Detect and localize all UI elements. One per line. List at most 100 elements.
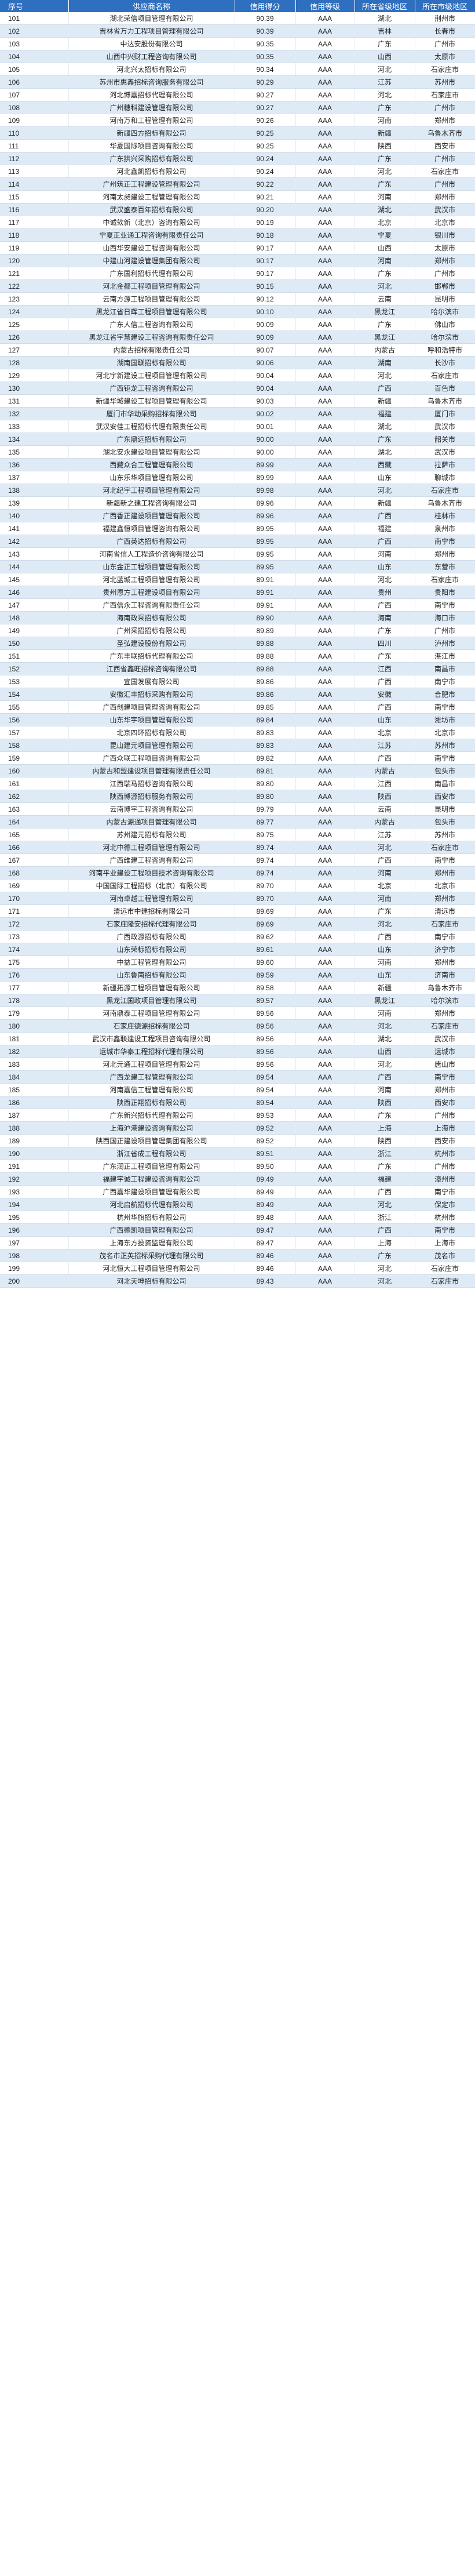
table-row: 129 河北宇新建设工程项目管理有限公司 90.04 AAA 河北 石家庄市	[0, 369, 475, 382]
cell-credit-grade: AAA	[295, 24, 355, 38]
cell-supplier-name: 广西嘉华建设项目管理有限公司	[68, 1185, 235, 1198]
cell-province: 河北	[355, 165, 415, 178]
table-row: 199 河北恒大工程项目管理有限公司 89.46 AAA 河北 石家庄市	[0, 1262, 475, 1275]
cell-supplier-name: 内蒙古招标有限责任公司	[68, 343, 235, 357]
cell-credit-grade: AAA	[295, 343, 355, 357]
cell-credit-score: 90.01	[235, 420, 296, 433]
cell-supplier-name: 新疆四方招标有限公司	[68, 126, 235, 140]
cell-rank: 129	[0, 369, 69, 382]
cell-rank: 141	[0, 522, 69, 535]
cell-credit-grade: AAA	[295, 126, 355, 140]
cell-city: 广州市	[415, 101, 475, 114]
cell-credit-grade: AAA	[295, 649, 355, 663]
cell-city: 石家庄市	[415, 165, 475, 178]
cell-credit-grade: AAA	[295, 305, 355, 318]
cell-credit-score: 89.56	[235, 1019, 296, 1033]
cell-city: 南宁市	[415, 853, 475, 867]
cell-supplier-name: 苏州市惠鑫招标咨询服务有限公司	[68, 75, 235, 89]
cell-credit-grade: AAA	[295, 279, 355, 293]
cell-city: 唐山市	[415, 1058, 475, 1071]
cell-credit-score: 90.18	[235, 228, 296, 242]
cell-credit-score: 89.88	[235, 662, 296, 675]
cell-credit-score: 90.27	[235, 101, 296, 114]
cell-province: 陕西	[355, 1134, 415, 1147]
cell-credit-grade: AAA	[295, 637, 355, 650]
cell-supplier-name: 河北纪宇工程项目管理有限公司	[68, 484, 235, 497]
cell-supplier-name: 广西维建工程咨询有限公司	[68, 853, 235, 867]
cell-province: 河北	[355, 484, 415, 497]
table-row: 191 广东润正工程项目管理有限公司 89.50 AAA 广东 广州市	[0, 1160, 475, 1173]
cell-rank: 175	[0, 955, 69, 969]
table-row: 127 内蒙古招标有限责任公司 90.07 AAA 内蒙古 呼和浩特市	[0, 343, 475, 357]
cell-credit-score: 89.82	[235, 751, 296, 765]
cell-credit-grade: AAA	[295, 139, 355, 152]
cell-city: 长沙市	[415, 356, 475, 369]
cell-supplier-name: 广西德凯项目管理有限公司	[68, 1223, 235, 1237]
cell-credit-grade: AAA	[295, 394, 355, 408]
cell-supplier-name: 黑龙江省宇慧建设工程咨询有限责任公司	[68, 330, 235, 344]
table-row: 120 中建山河建设管理集团有限公司 90.17 AAA 河南 郑州市	[0, 254, 475, 267]
cell-supplier-name: 广西香正建设项目管理有限公司	[68, 509, 235, 522]
cell-supplier-name: 新疆华城建设工程项目管理有限公司	[68, 394, 235, 408]
cell-supplier-name: 内蒙古源通项目管理有限公司	[68, 815, 235, 829]
cell-credit-grade: AAA	[295, 764, 355, 777]
cell-rank: 170	[0, 892, 69, 905]
cell-province: 浙江	[355, 1147, 415, 1160]
cell-city: 石家庄市	[415, 1019, 475, 1033]
table-row: 160 内蒙古和盟建设项目管理有限责任公司 89.81 AAA 内蒙古 包头市	[0, 764, 475, 777]
cell-city: 贵阳市	[415, 586, 475, 599]
cell-rank: 123	[0, 292, 69, 306]
cell-credit-score: 89.80	[235, 790, 296, 803]
cell-credit-grade: AAA	[295, 216, 355, 229]
cell-province: 江苏	[355, 739, 415, 752]
cell-credit-grade: AAA	[295, 1236, 355, 1249]
table-row: 182 运城市华泰工程招标代理有限公司 89.56 AAA 山西 运城市	[0, 1045, 475, 1058]
table-row: 142 广西英达招标有限公司 89.95 AAA 广西 南宁市	[0, 535, 475, 548]
cell-city: 东营市	[415, 560, 475, 573]
cell-credit-score: 89.99	[235, 471, 296, 484]
cell-credit-grade: AAA	[295, 675, 355, 688]
header-supplier-name: 供应商名称	[68, 0, 235, 12]
cell-province: 江苏	[355, 828, 415, 841]
cell-rank: 195	[0, 1211, 69, 1224]
cell-city: 南宁市	[415, 930, 475, 943]
cell-supplier-name: 广西英达招标有限公司	[68, 535, 235, 548]
cell-city: 昆明市	[415, 802, 475, 816]
table-row: 147 广西信永工程咨询有限责任公司 89.91 AAA 广西 南宁市	[0, 598, 475, 612]
cell-credit-score: 89.53	[235, 1109, 296, 1122]
table-row: 179 河南鼎泰工程项目管理有限公司 89.56 AAA 河南 郑州市	[0, 1007, 475, 1020]
cell-rank: 176	[0, 968, 69, 982]
cell-city: 武汉市	[415, 1032, 475, 1045]
table-row: 128 湖南国联招标有限公司 90.06 AAA 湖南 长沙市	[0, 356, 475, 369]
cell-rank: 165	[0, 828, 69, 841]
cell-credit-score: 89.83	[235, 739, 296, 752]
cell-province: 广西	[355, 1185, 415, 1198]
cell-rank: 167	[0, 853, 69, 867]
cell-rank: 104	[0, 50, 69, 63]
table-row: 116 武汉盛泰百年招标有限公司 90.20 AAA 湖北 武汉市	[0, 203, 475, 216]
cell-credit-grade: AAA	[295, 330, 355, 344]
cell-province: 广西	[355, 930, 415, 943]
cell-rank: 191	[0, 1160, 69, 1173]
table-row: 189 陕西国正建设项目管理集团有限公司 89.52 AAA 陕西 西安市	[0, 1134, 475, 1147]
table-row: 162 陕西博源招标服务有限公司 89.80 AAA 陕西 西安市	[0, 790, 475, 803]
cell-rank: 177	[0, 981, 69, 994]
cell-city: 保定市	[415, 1198, 475, 1211]
cell-credit-grade: AAA	[295, 1185, 355, 1198]
cell-credit-score: 89.69	[235, 904, 296, 918]
cell-rank: 126	[0, 330, 69, 344]
cell-supplier-name: 广西钜龙工程咨询有限公司	[68, 382, 235, 395]
cell-supplier-name: 广东人信工程咨询有限公司	[68, 318, 235, 331]
cell-credit-score: 89.56	[235, 1032, 296, 1045]
cell-credit-score: 90.24	[235, 165, 296, 178]
cell-province: 吉林	[355, 24, 415, 38]
cell-credit-grade: AAA	[295, 930, 355, 943]
cell-supplier-name: 广东拱兴采购招标有限公司	[68, 152, 235, 165]
cell-credit-grade: AAA	[295, 37, 355, 50]
cell-credit-grade: AAA	[295, 356, 355, 369]
cell-credit-score: 89.88	[235, 649, 296, 663]
cell-supplier-name: 广东润正工程项目管理有限公司	[68, 1160, 235, 1173]
cell-province: 北京	[355, 726, 415, 739]
cell-credit-score: 90.25	[235, 126, 296, 140]
cell-rank: 152	[0, 662, 69, 675]
